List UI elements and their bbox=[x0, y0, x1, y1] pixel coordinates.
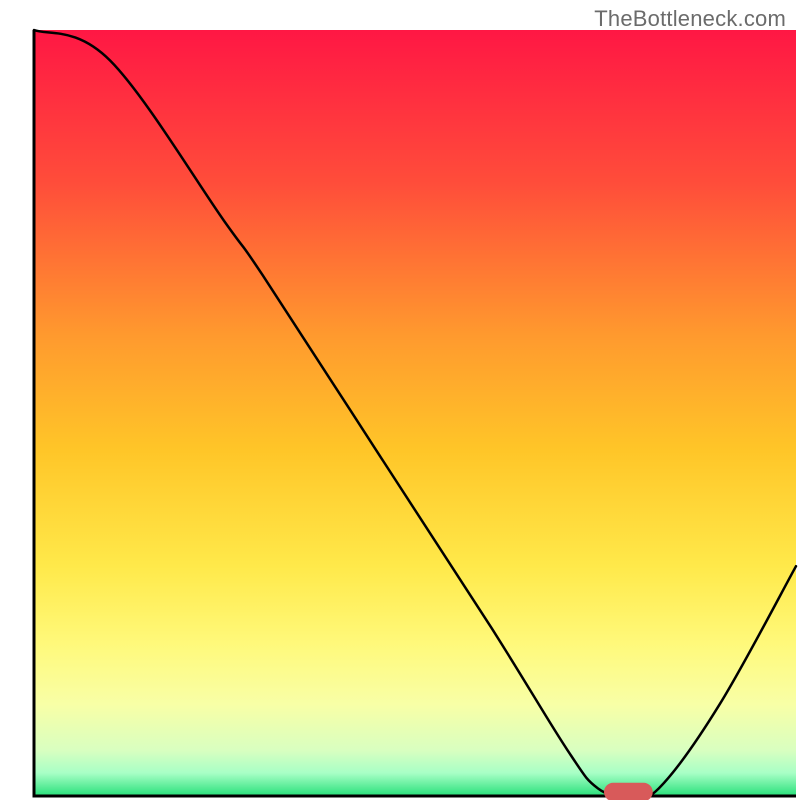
chart-svg bbox=[0, 0, 800, 800]
gradient-background bbox=[34, 30, 796, 796]
plot-area bbox=[34, 30, 796, 800]
watermark: TheBottleneck.com bbox=[594, 6, 786, 32]
optimal-point-marker bbox=[604, 783, 653, 800]
chart-container: TheBottleneck.com bbox=[0, 0, 800, 800]
